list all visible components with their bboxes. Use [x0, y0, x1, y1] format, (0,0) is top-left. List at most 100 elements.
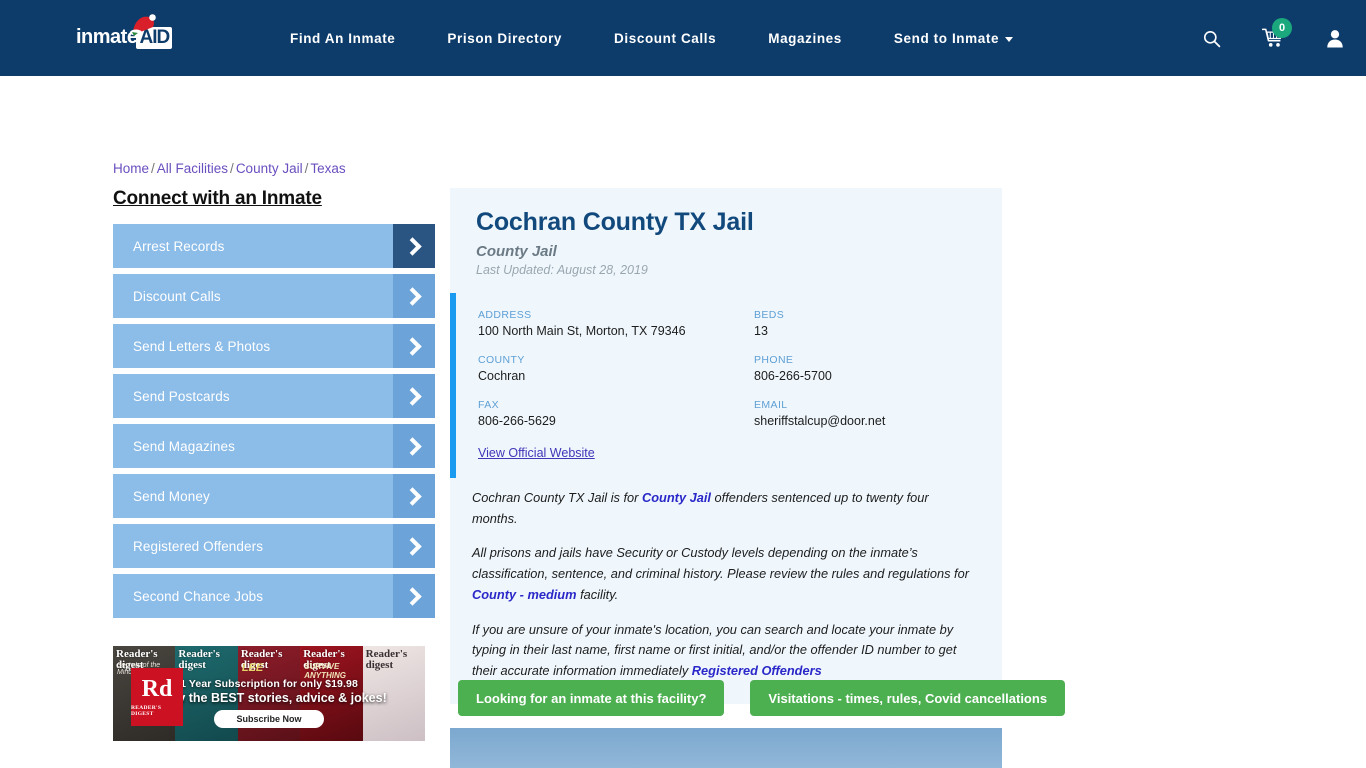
facility-description: Cochran County TX Jail is for County Jai…: [450, 478, 1002, 704]
info-field-address: ADDRESS 100 North Main St, Morton, TX 79…: [478, 309, 754, 338]
ad-cover: Reader's digest SURVIVE ANYTHING: [300, 646, 363, 741]
info-value: 806-266-5629: [478, 414, 556, 428]
site-logo[interactable]: inmate AID: [76, 14, 188, 60]
account-button[interactable]: [1304, 0, 1366, 76]
breadcrumb-separator: /: [230, 161, 234, 176]
nav-link-label: Prison Directory: [447, 30, 563, 46]
info-value: 806-266-5700: [754, 369, 832, 383]
advertisement-banner[interactable]: Reader's digest Secrets of the Mind Read…: [113, 646, 425, 741]
facility-header: Cochran County TX Jail County Jail Last …: [450, 188, 1002, 293]
sidebar-item-label: Send Money: [133, 488, 210, 504]
info-label: PHONE: [754, 354, 794, 366]
breadcrumb-item-county-jail[interactable]: County Jail: [236, 161, 303, 176]
description-paragraph-1: Cochran County TX Jail is for County Jai…: [472, 488, 976, 529]
search-button[interactable]: [1180, 0, 1242, 76]
info-value: Cochran: [478, 369, 526, 383]
info-label: BEDS: [754, 309, 785, 321]
logo-text: inmate AID: [76, 27, 173, 49]
search-icon: [1203, 30, 1220, 47]
rd-mark: Rd: [141, 676, 173, 702]
cta-button-row: Looking for an inmate at this facility? …: [458, 680, 1066, 716]
sidebar-item-label: Send Letters & Photos: [133, 338, 271, 354]
breadcrumb: Home / All Facilities / County Jail / Texas: [113, 161, 346, 176]
info-field-phone: PHONE 806-266-5700: [754, 354, 976, 383]
info-field-fax: FAX 806-266-5629: [478, 399, 754, 428]
sidebar-title: Connect with an Inmate: [113, 188, 322, 209]
readers-digest-logo: Rd READER'S DIGEST: [131, 668, 183, 726]
sidebar-item-label: Registered Offenders: [133, 538, 264, 554]
info-label: COUNTY: [478, 354, 525, 366]
breadcrumb-item-home[interactable]: Home: [113, 161, 149, 176]
info-label: ADDRESS: [478, 309, 532, 321]
sidebar-item-second-chance-jobs[interactable]: Second Chance Jobs: [113, 574, 435, 618]
nav-icon-group: 0: [1180, 0, 1366, 76]
ad-cover: Reader's digest: [175, 646, 238, 741]
ad-cover-subtitle: LEE: [241, 662, 264, 674]
ad-cover: Reader's digest: [362, 646, 425, 741]
primary-nav-links: Find An Inmate Prison Directory Discount…: [264, 31, 1039, 46]
sidebar-item-label: Second Chance Jobs: [133, 588, 264, 604]
nav-link-send-to-inmate[interactable]: Send to Inmate: [868, 31, 1039, 46]
chevron-right-icon: [393, 524, 435, 568]
breadcrumb-item-texas[interactable]: Texas: [310, 161, 345, 176]
breadcrumb-item-all-facilities[interactable]: All Facilities: [157, 161, 228, 176]
nav-link-label: Find An Inmate: [290, 30, 396, 46]
info-value: 13: [754, 324, 768, 338]
facility-panel: Cochran County TX Jail County Jail Last …: [450, 188, 1002, 704]
nav-link-label: Magazines: [768, 30, 842, 46]
breadcrumb-separator: /: [304, 161, 309, 176]
ad-cover-title: Reader's digest: [365, 648, 408, 671]
nav-link-label: Discount Calls: [614, 30, 717, 46]
cart-button[interactable]: 0: [1242, 0, 1304, 76]
chevron-right-icon: [393, 224, 435, 268]
sidebar-item-label: Arrest Records: [133, 238, 225, 254]
nav-link-discount-calls[interactable]: Discount Calls: [588, 31, 742, 46]
sidebar-item-send-magazines[interactable]: Send Magazines: [113, 424, 435, 468]
chevron-right-icon: [393, 324, 435, 368]
info-field-county: COUNTY Cochran: [478, 354, 754, 383]
nav-link-prison-directory[interactable]: Prison Directory: [421, 31, 588, 46]
looking-for-inmate-button[interactable]: Looking for an inmate at this facility?: [458, 680, 725, 716]
top-navigation-bar: inmate AID Find An Inmate Prison Director…: [0, 0, 1366, 76]
facility-last-updated: Last Updated: August 28, 2019: [476, 263, 648, 277]
info-value: sheriffstalcup@door.net: [754, 414, 886, 428]
nav-link-magazines[interactable]: Magazines: [742, 31, 868, 46]
sidebar-item-label: Send Magazines: [133, 438, 235, 454]
desc-text: All prisons and jails have Security or C…: [472, 545, 969, 582]
ad-cover: Reader's digest LEE: [237, 646, 301, 741]
info-label: EMAIL: [754, 399, 788, 411]
sidebar-item-send-money[interactable]: Send Money: [113, 474, 435, 518]
sidebar-item-send-postcards[interactable]: Send Postcards: [113, 374, 435, 418]
sidebar-item-label: Send Postcards: [133, 388, 230, 404]
chevron-right-icon: [393, 574, 435, 618]
visitations-button[interactable]: Visitations - times, rules, Covid cancel…: [750, 680, 1066, 716]
sidebar-item-registered-offenders[interactable]: Registered Offenders: [113, 524, 435, 568]
sidebar-item-send-letters-photos[interactable]: Send Letters & Photos: [113, 324, 435, 368]
info-value: 100 North Main St, Morton, TX 79346: [478, 324, 686, 338]
breadcrumb-separator: /: [151, 161, 155, 176]
chevron-right-icon: [393, 374, 435, 418]
chevron-right-icon: [393, 424, 435, 468]
facility-info-grid: ADDRESS 100 North Main St, Morton, TX 79…: [478, 309, 976, 428]
info-label: FAX: [478, 399, 500, 411]
sidebar: Connect with an Inmate Arrest Records Di…: [113, 188, 435, 624]
link-county-medium[interactable]: County - medium: [472, 587, 577, 602]
link-county-jail[interactable]: County Jail: [642, 490, 711, 505]
link-registered-offenders[interactable]: Registered Offenders: [692, 663, 822, 678]
chevron-right-icon: [393, 474, 435, 518]
nav-link-find-an-inmate[interactable]: Find An Inmate: [264, 31, 421, 46]
info-field-email: EMAIL sheriffstalcup@door.net: [754, 399, 976, 428]
nav-link-label: Send to Inmate: [893, 30, 1000, 46]
santa-hat-icon: [130, 14, 156, 36]
sidebar-item-arrest-records[interactable]: Arrest Records: [113, 224, 435, 268]
description-paragraph-3: If you are unsure of your inmate's locat…: [472, 620, 976, 682]
page-body: Home / All Facilities / County Jail / Texas Co…: [0, 76, 1366, 768]
user-account-icon: [1327, 29, 1343, 47]
desc-text: facility.: [576, 586, 619, 602]
chevron-right-icon: [393, 274, 435, 318]
info-field-beds: BEDS 13: [754, 309, 976, 338]
description-paragraph-2: All prisons and jails have Security or C…: [472, 543, 976, 605]
sidebar-item-discount-calls[interactable]: Discount Calls: [113, 274, 435, 318]
facility-type: County Jail: [476, 243, 557, 260]
view-official-website-link[interactable]: View Official Website: [478, 446, 595, 460]
